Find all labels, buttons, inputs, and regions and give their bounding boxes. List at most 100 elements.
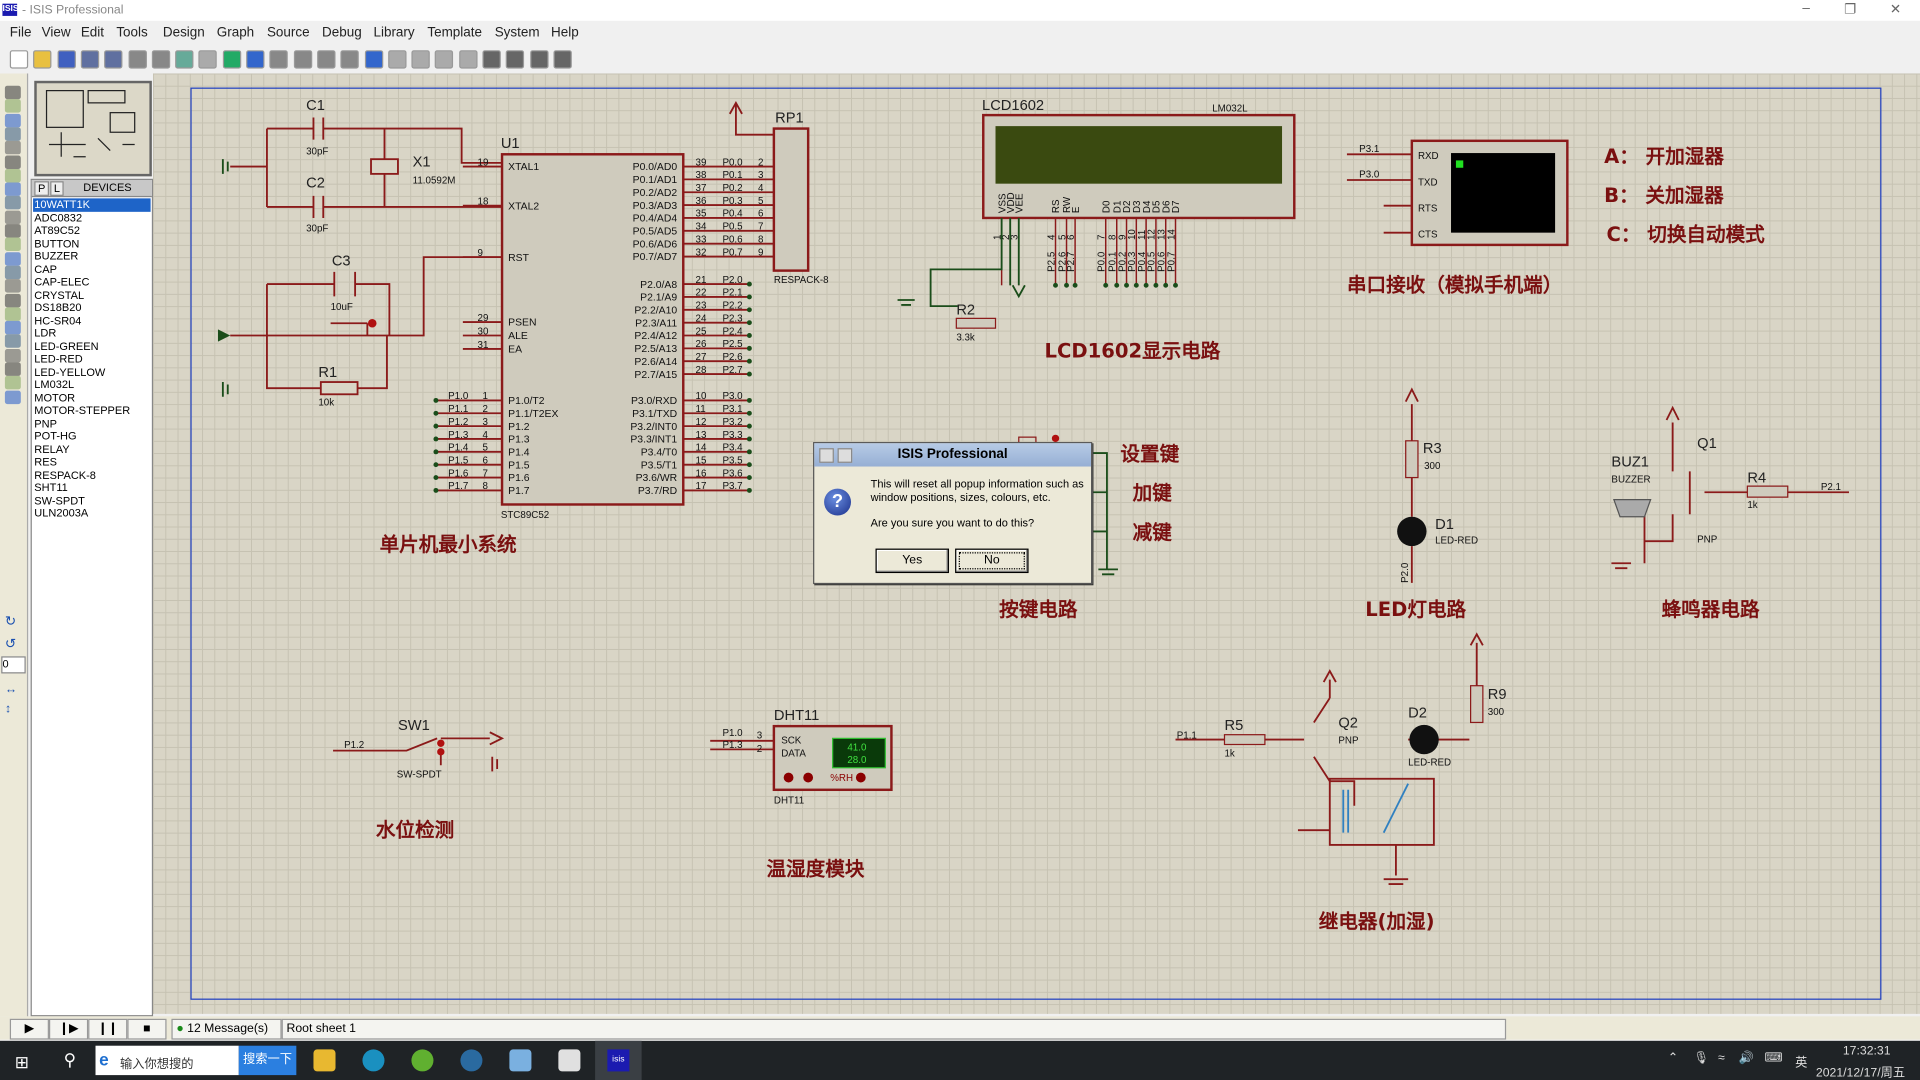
tape-icon[interactable] <box>4 224 21 238</box>
no-button[interactable]: No <box>955 548 1029 574</box>
print-icon[interactable] <box>127 50 147 69</box>
device-item[interactable]: PNP <box>33 417 151 430</box>
volume-icon[interactable]: 🔊 <box>1739 1052 1754 1065</box>
menu-system[interactable]: System <box>495 26 540 41</box>
search-app-icon[interactable] <box>460 1049 483 1072</box>
redo-icon[interactable] <box>387 50 407 69</box>
respack-rp1[interactable] <box>772 127 810 272</box>
isis-taskbar-button[interactable]: isis <box>595 1040 642 1080</box>
virtual-instruments-icon[interactable] <box>4 279 21 293</box>
device-pins-icon[interactable] <box>4 196 21 210</box>
green-browser-icon[interactable] <box>411 1049 434 1072</box>
file-explorer-icon[interactable] <box>313 1049 336 1072</box>
block-copy-icon[interactable] <box>482 50 501 69</box>
mirror-y-icon[interactable]: ↕ <box>5 703 21 716</box>
zoom-in-icon[interactable] <box>269 50 289 69</box>
refresh-icon[interactable] <box>175 50 194 69</box>
text-script-icon[interactable] <box>4 141 21 155</box>
mirror-x-icon[interactable]: ↔ <box>5 683 21 696</box>
start-icon[interactable]: ⊞ <box>15 1052 29 1073</box>
paste-icon[interactable] <box>458 50 478 69</box>
menu-tools[interactable]: Tools <box>116 26 147 41</box>
device-item[interactable]: SHT11 <box>33 481 151 494</box>
wire-label-icon[interactable] <box>4 127 21 141</box>
bus-icon[interactable] <box>4 154 21 169</box>
pick-device-button[interactable]: P <box>34 181 49 196</box>
print-area-icon[interactable] <box>151 50 170 69</box>
search-box[interactable]: e 输入你想搜的 <box>95 1045 239 1076</box>
line-icon[interactable] <box>4 293 21 307</box>
block-delete-icon[interactable] <box>553 50 572 69</box>
step-button[interactable]: ❙▶ <box>48 1018 89 1040</box>
marker-icon[interactable] <box>4 390 21 404</box>
rotate-cw-icon[interactable]: ↻ <box>5 613 21 630</box>
menu-source[interactable]: Source <box>267 26 310 41</box>
cut-icon[interactable] <box>411 50 430 69</box>
device-item[interactable]: POT-HG <box>33 430 151 443</box>
tray-chevron-icon[interactable]: ⌃ <box>1668 1052 1678 1065</box>
export-icon[interactable] <box>104 50 123 69</box>
menu-file[interactable]: File <box>10 26 32 41</box>
text-icon[interactable] <box>4 362 21 376</box>
zoom-area-icon[interactable] <box>340 50 360 69</box>
subcircuit-icon[interactable] <box>4 168 21 183</box>
pause-button[interactable]: ❙❙ <box>88 1018 128 1040</box>
device-item[interactable]: CAP-ELEC <box>33 276 151 289</box>
restore-button[interactable]: ❐ <box>1832 1 1869 19</box>
device-item[interactable]: CAP <box>33 263 151 276</box>
device-item[interactable]: LM032L <box>33 378 151 391</box>
device-item[interactable]: RES <box>33 456 151 469</box>
graph-icon[interactable] <box>4 210 21 224</box>
device-item[interactable]: SW-SPDT <box>33 494 151 507</box>
messages-indicator[interactable]: ● 12 Message(s) <box>171 1018 282 1040</box>
device-item[interactable]: DS18B20 <box>33 301 151 314</box>
menu-graph[interactable]: Graph <box>217 26 254 41</box>
zoom-out-icon[interactable] <box>293 50 312 69</box>
clock-time[interactable]: 17:32:31 <box>1843 1044 1891 1057</box>
arc-icon[interactable] <box>4 334 21 349</box>
microphone-icon[interactable]: 🎙 <box>1693 1052 1709 1065</box>
device-item[interactable]: ULN2003A <box>33 507 151 520</box>
selection-icon[interactable] <box>4 85 21 100</box>
yes-button[interactable]: Yes <box>875 548 949 574</box>
rotation-field[interactable]: 0 <box>1 656 26 674</box>
office-icon[interactable] <box>558 1049 581 1072</box>
stop-button[interactable]: ■ <box>127 1018 167 1040</box>
edge-icon[interactable] <box>362 1049 385 1072</box>
search-icon[interactable]: ⚲ <box>64 1049 77 1070</box>
device-item[interactable]: MOTOR <box>33 391 151 404</box>
box-icon[interactable] <box>4 307 21 321</box>
keyboard-icon[interactable]: ⌨ <box>1764 1052 1782 1065</box>
menu-design[interactable]: Design <box>163 26 205 41</box>
close-button[interactable]: ✕ <box>1877 1 1914 19</box>
block-rotate-icon[interactable] <box>529 50 549 69</box>
open-icon[interactable] <box>33 50 52 69</box>
device-item[interactable]: ADC0832 <box>33 211 151 224</box>
current-probe-icon[interactable] <box>4 265 21 280</box>
device-item[interactable]: CRYSTAL <box>33 288 151 301</box>
overview-window[interactable] <box>34 80 152 177</box>
junction-icon[interactable] <box>4 113 21 127</box>
device-item[interactable]: 10WATT1K <box>33 198 151 212</box>
generator-icon[interactable] <box>4 237 21 252</box>
menu-edit[interactable]: Edit <box>81 26 104 41</box>
block-move-icon[interactable] <box>506 50 525 69</box>
relay[interactable] <box>1328 777 1435 846</box>
grid-icon[interactable] <box>198 50 218 69</box>
save-icon[interactable] <box>57 50 76 69</box>
photos-icon[interactable] <box>509 1049 532 1072</box>
clock-date[interactable]: 2021/12/17/周五 <box>1816 1062 1905 1080</box>
play-button[interactable]: ▶ <box>9 1018 49 1040</box>
input-language[interactable]: 英 <box>1795 1052 1807 1070</box>
device-item[interactable]: LED-RED <box>33 353 151 366</box>
device-item[interactable]: RELAY <box>33 443 151 456</box>
device-item[interactable]: LED-YELLOW <box>33 366 151 379</box>
origin-icon[interactable] <box>222 50 241 69</box>
pan-icon[interactable] <box>246 50 265 69</box>
rotate-ccw-icon[interactable]: ↺ <box>5 636 21 652</box>
device-item[interactable]: LED-GREEN <box>33 340 151 353</box>
import-icon[interactable] <box>80 50 100 69</box>
device-item[interactable]: HC-SR04 <box>33 314 151 327</box>
library-button[interactable]: L <box>50 181 64 196</box>
device-item[interactable]: BUZZER <box>33 250 151 263</box>
